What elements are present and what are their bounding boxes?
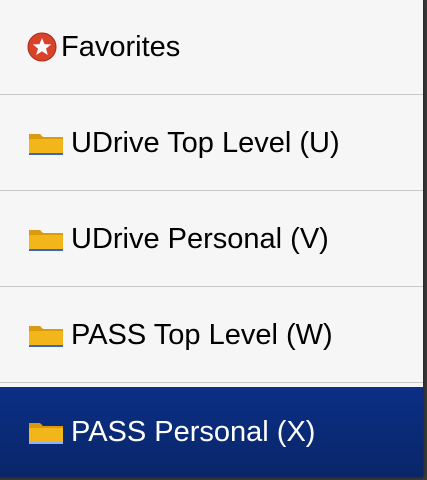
- list-item-pass-personal[interactable]: PASS Personal (X): [0, 387, 423, 477]
- star-badge-icon: [27, 32, 57, 62]
- drive-list-panel: Favorites UDrive Top Level (U) UDrive Pe…: [0, 0, 423, 477]
- folder-icon: [29, 326, 63, 347]
- folder-icon: [29, 134, 63, 155]
- list-item-label: PASS Top Level (W): [71, 318, 333, 351]
- list-item-label: Favorites: [61, 30, 181, 63]
- list-item-pass-top-level[interactable]: PASS Top Level (W): [0, 288, 423, 383]
- list-item-udrive-personal[interactable]: UDrive Personal (V): [0, 192, 423, 287]
- folder-icon: [29, 423, 63, 444]
- list-item-label: UDrive Top Level (U): [71, 126, 340, 159]
- list-item-label: PASS Personal (X): [71, 415, 316, 448]
- screen: Favorites UDrive Top Level (U) UDrive Pe…: [0, 0, 427, 480]
- list-item-udrive-top-level[interactable]: UDrive Top Level (U): [0, 96, 423, 191]
- list-item-label: UDrive Personal (V): [71, 222, 329, 255]
- folder-icon: [29, 230, 63, 251]
- list-item-favorites[interactable]: Favorites: [0, 0, 423, 95]
